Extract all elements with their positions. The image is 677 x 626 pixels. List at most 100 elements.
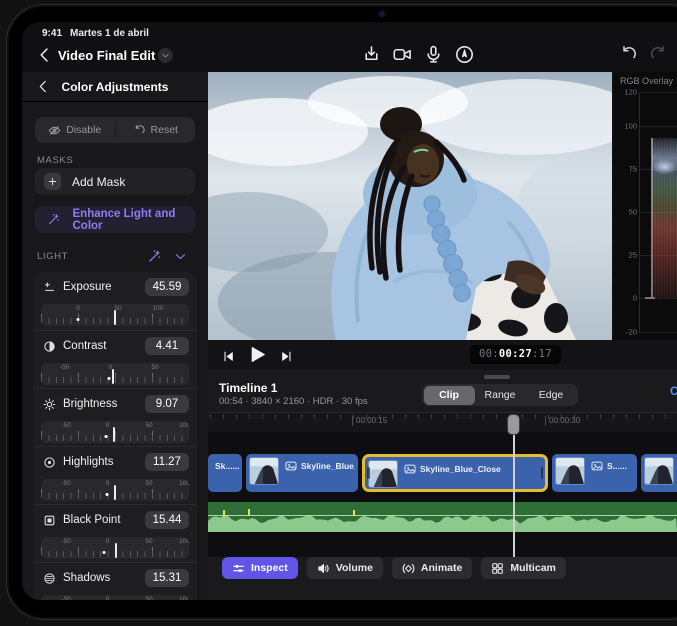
ruler-tick-label: -50: [61, 538, 70, 545]
status-time: 9:41: [42, 28, 62, 39]
slider-cursor[interactable]: [113, 427, 115, 442]
inspect-button[interactable]: Inspect: [222, 557, 298, 579]
screenshot-stage: 9:41 Martes 1 de abril Video Final Edit …: [0, 0, 677, 626]
enhance-light-color-button[interactable]: Enhance Light and Color: [35, 206, 195, 233]
slider-label: Contrast: [63, 340, 106, 352]
light-sliders-card: Exposure45.59050100Contrast4.41-50050Bri…: [33, 272, 197, 600]
slider-highlights[interactable]: Highlights11.27-50050100: [33, 446, 197, 504]
play-icon[interactable]: [248, 345, 267, 364]
slider-ruler[interactable]: 050100: [41, 304, 189, 326]
playhead-line: [513, 434, 515, 557]
mode-clip[interactable]: Clip: [424, 386, 475, 405]
animate-label: Animate: [421, 562, 462, 574]
photo-icon: [285, 460, 297, 472]
audio-track[interactable]: [208, 502, 677, 532]
ruler-tick-label: 100: [179, 538, 189, 545]
project-title[interactable]: Video Final Edit: [58, 48, 155, 63]
clip-label: S......: [607, 461, 627, 471]
slider-header: Contrast 4.41: [41, 339, 189, 359]
clip-sk-[interactable]: Sk......: [208, 454, 242, 492]
slider-ruler[interactable]: -50050: [41, 363, 189, 385]
slider-origin-dot: [105, 435, 108, 438]
scope-tick-label: 50: [617, 208, 637, 217]
timecode-display[interactable]: 00:00:27:17: [470, 345, 561, 364]
pencil-icon[interactable]: [455, 45, 474, 64]
ruler-tick-label: -50: [61, 422, 70, 429]
slider-contrast[interactable]: Contrast 4.41 -50050: [33, 330, 197, 388]
chevron-down-icon[interactable]: [174, 250, 187, 263]
slider-cursor[interactable]: [115, 543, 117, 558]
front-camera: [379, 11, 385, 17]
timeline-overflow-button[interactable]: C: [670, 386, 677, 398]
skip-back-icon[interactable]: [222, 350, 235, 363]
slider-cursor[interactable]: [114, 310, 116, 325]
timeline-tracks: Sk......Skyline_Blue_Wide Skyline_Blue_Cl…: [208, 432, 677, 557]
slider-value-field[interactable]: 11.27: [145, 453, 189, 471]
trim-handle-left[interactable]: [367, 467, 370, 479]
microphone-icon[interactable]: [424, 45, 443, 64]
rgb-overlay-scope: RGB Overlay 1201007550250-20: [614, 72, 677, 340]
timecode-ruler-label: 00:00:30: [545, 416, 580, 426]
slider-ruler[interactable]: -50050100: [41, 595, 189, 600]
slider-value-field[interactable]: 9.07: [145, 395, 189, 413]
chevron-left-icon[interactable]: [36, 46, 54, 64]
project-title-menu-button[interactable]: [158, 48, 173, 63]
animate-button[interactable]: Animate: [392, 557, 472, 579]
reset-button[interactable]: Reset: [116, 117, 196, 143]
slider-cursor[interactable]: [112, 369, 114, 384]
slider-value-field[interactable]: 4.41: [145, 337, 189, 355]
slider-ruler[interactable]: -50050100: [41, 421, 189, 443]
import-icon[interactable]: [362, 45, 381, 64]
clip-untitled[interactable]: [641, 454, 677, 492]
clip-skyline-blue-wide[interactable]: Skyline_Blue_Wide: [246, 454, 358, 492]
video-frame: [208, 72, 612, 340]
slider-value-field[interactable]: 45.59: [145, 278, 189, 296]
ruler-tick-label: 50: [151, 364, 158, 371]
slider-header: Exposure45.59: [41, 280, 189, 300]
video-track: Sk......Skyline_Blue_Wide Skyline_Blue_Cl…: [208, 454, 677, 492]
slider-exposure[interactable]: Exposure45.59 050100: [33, 272, 197, 330]
mode-range[interactable]: Range: [475, 386, 526, 405]
slider-blackpoint[interactable]: Black Point15.44 -50050100: [33, 504, 197, 562]
slider-value-field[interactable]: 15.44: [145, 511, 189, 529]
slider-header: Black Point15.44: [41, 513, 189, 533]
light-section-label: LIGHT: [37, 251, 68, 262]
timeline-ruler[interactable]: 00:00:15 00:00:30: [208, 412, 677, 432]
slider-ruler[interactable]: -50050100: [41, 537, 189, 559]
camera-icon[interactable]: [393, 45, 412, 64]
ruler-tick-label: 50: [145, 596, 152, 600]
slider-brightness[interactable]: Brightness9.07-50050100: [33, 388, 197, 446]
ruler-ticks: [210, 414, 677, 419]
color-adjustments-panel: Color Adjustments Disable Reset MASKS Ad…: [22, 72, 208, 600]
playhead-handle[interactable]: [507, 414, 520, 435]
undo-icon[interactable]: [620, 45, 638, 63]
scope-tick-label: 120: [617, 88, 637, 97]
wand-icon[interactable]: [147, 249, 162, 264]
timecode-ruler-label: 00:00:15: [352, 416, 387, 426]
scope-gridline: [639, 332, 677, 333]
clip-skyline-blue-close[interactable]: Skyline_Blue_Close: [362, 454, 548, 492]
multicam-button[interactable]: Multicam: [481, 557, 566, 579]
plus-icon: [47, 176, 58, 187]
skip-forward-icon[interactable]: [280, 350, 293, 363]
slider-shadows[interactable]: Shadows15.31-50050100: [33, 562, 197, 600]
volume-button[interactable]: Volume: [307, 557, 383, 579]
slider-ruler[interactable]: -50050100: [41, 479, 189, 501]
disable-label: Disable: [66, 124, 101, 136]
clip-label: Skyline_Blue_Close: [420, 464, 501, 474]
plus-minus-icon: [43, 281, 56, 294]
clip-content: Skyline_Blue_Close: [365, 457, 545, 489]
add-mask-button[interactable]: Add Mask: [35, 168, 195, 195]
slider-cursor[interactable]: [114, 485, 116, 500]
slider-origin-dot: [77, 318, 80, 321]
clip-thumbnail: [644, 457, 674, 485]
wand-icon: [47, 212, 61, 227]
slider-value-field[interactable]: 15.31: [145, 569, 189, 587]
plus-icon: [44, 173, 61, 190]
mode-edge[interactable]: Edge: [526, 386, 577, 405]
panel-drag-handle[interactable]: [484, 375, 510, 379]
disable-button[interactable]: Disable: [35, 117, 115, 143]
clip-s-[interactable]: S......: [552, 454, 637, 492]
ruler-tick-label: 100: [179, 480, 189, 487]
trim-handle-right[interactable]: [541, 467, 544, 479]
